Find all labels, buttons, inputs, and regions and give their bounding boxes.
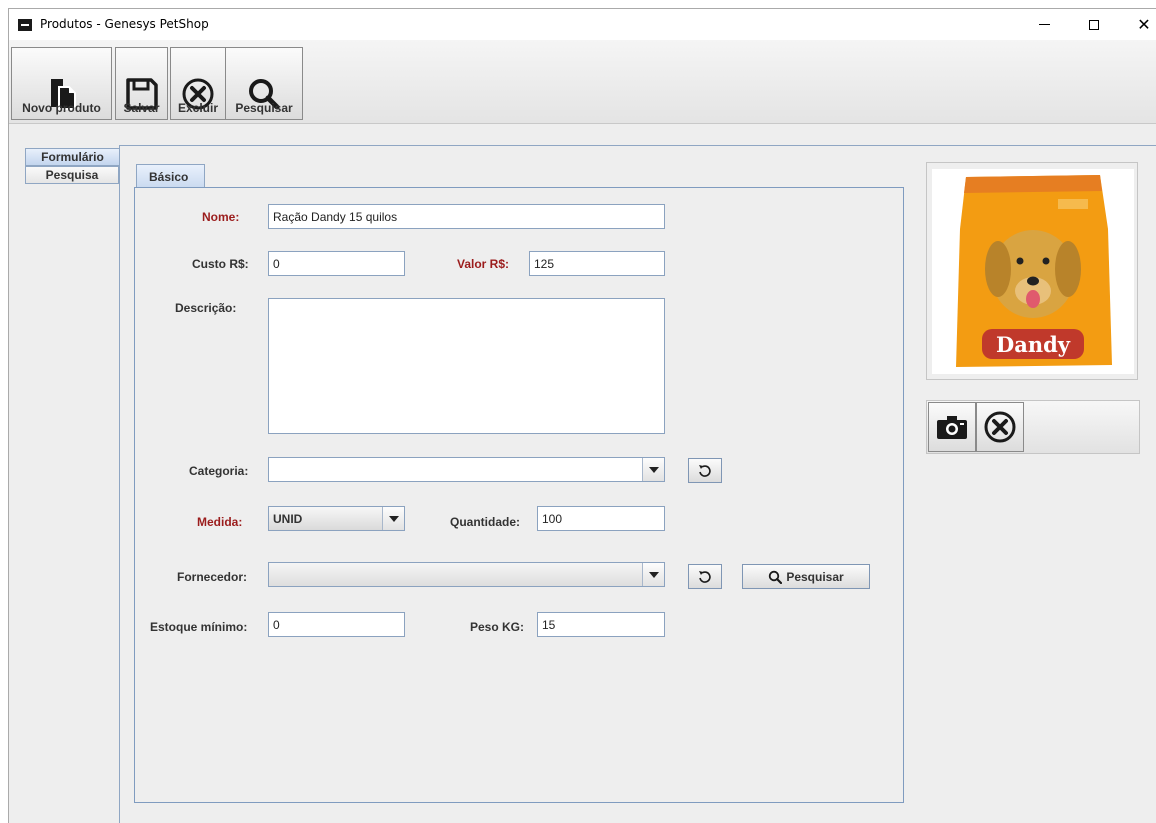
save-button[interactable]: Salvar bbox=[115, 47, 168, 120]
toolbar: Novo produto Salvar Excluir Pesquisar bbox=[9, 40, 1156, 124]
delete-button[interactable]: Excluir bbox=[170, 47, 226, 120]
nome-label: Nome: bbox=[202, 210, 240, 224]
medida-select[interactable]: UNID bbox=[268, 506, 405, 531]
refresh-icon bbox=[699, 570, 711, 583]
peso-label: Peso KG: bbox=[470, 620, 525, 634]
maximize-button[interactable] bbox=[1071, 9, 1117, 40]
estoque-label: Estoque mínimo: bbox=[150, 620, 248, 634]
chevron-down-icon bbox=[642, 458, 664, 481]
categoria-label: Categoria: bbox=[189, 464, 249, 478]
product-image: Dandy bbox=[932, 169, 1134, 374]
estoque-input[interactable] bbox=[268, 612, 405, 637]
window-title: Produtos - Genesys PetShop bbox=[40, 17, 209, 31]
tab-pesquisa[interactable]: Pesquisa bbox=[25, 166, 119, 184]
descricao-textarea[interactable] bbox=[268, 298, 665, 434]
peso-input[interactable] bbox=[537, 612, 665, 637]
descricao-label: Descrição: bbox=[175, 301, 237, 315]
new-product-button[interactable]: Novo produto bbox=[11, 47, 112, 120]
save-label: Salvar bbox=[123, 101, 160, 115]
title-bar: Produtos - Genesys PetShop ✕ bbox=[9, 9, 1156, 40]
camera-icon bbox=[937, 416, 967, 439]
search-label: Pesquisar bbox=[235, 101, 293, 115]
categoria-select[interactable] bbox=[268, 457, 665, 482]
quantidade-input[interactable] bbox=[537, 506, 665, 531]
delete-label: Excluir bbox=[177, 101, 219, 115]
minimize-button[interactable] bbox=[1021, 9, 1067, 40]
tab-formulario[interactable]: Formulário bbox=[25, 148, 119, 166]
application-window: Produtos - Genesys PetShop ✕ Novo produt… bbox=[8, 8, 1156, 823]
tab-basico[interactable]: Básico bbox=[136, 164, 205, 189]
medida-label: Medida: bbox=[197, 515, 243, 529]
close-icon: ✕ bbox=[1137, 15, 1151, 34]
brand-text: Dandy bbox=[996, 332, 1071, 357]
minimize-icon bbox=[1038, 24, 1050, 25]
fornecedor-label: Fornecedor: bbox=[177, 570, 248, 584]
refresh-icon bbox=[699, 464, 711, 477]
dog-food-bag-illustration: Dandy bbox=[956, 175, 1112, 367]
fornecedor-select[interactable] bbox=[268, 562, 665, 587]
image-actions bbox=[926, 400, 1140, 454]
search-fornecedor-button[interactable]: Pesquisar bbox=[742, 564, 870, 589]
product-image-frame: Dandy bbox=[926, 162, 1138, 380]
basic-panel bbox=[134, 187, 904, 803]
chevron-down-icon bbox=[382, 507, 404, 530]
add-image-button[interactable] bbox=[928, 402, 976, 452]
app-icon bbox=[18, 19, 32, 31]
custo-label: Custo R$: bbox=[192, 257, 249, 271]
delete-icon bbox=[984, 411, 1016, 443]
maximize-icon bbox=[1089, 19, 1099, 30]
refresh-categoria-button[interactable] bbox=[688, 458, 722, 483]
new-product-label: Novo produto bbox=[22, 101, 101, 115]
search-fornecedor-label: Pesquisar bbox=[786, 569, 844, 584]
custo-input[interactable] bbox=[268, 251, 405, 276]
valor-input[interactable] bbox=[529, 251, 665, 276]
valor-label: Valor R$: bbox=[457, 257, 510, 271]
refresh-fornecedor-button[interactable] bbox=[688, 564, 722, 589]
search-button[interactable]: Pesquisar bbox=[225, 47, 303, 120]
quantidade-label: Quantidade: bbox=[450, 515, 521, 529]
close-window-button[interactable]: ✕ bbox=[1121, 9, 1156, 40]
search-icon bbox=[769, 570, 783, 584]
nome-input[interactable] bbox=[268, 204, 665, 229]
medida-value: UNID bbox=[273, 512, 303, 526]
chevron-down-icon bbox=[642, 563, 664, 586]
remove-image-button[interactable] bbox=[976, 402, 1024, 452]
